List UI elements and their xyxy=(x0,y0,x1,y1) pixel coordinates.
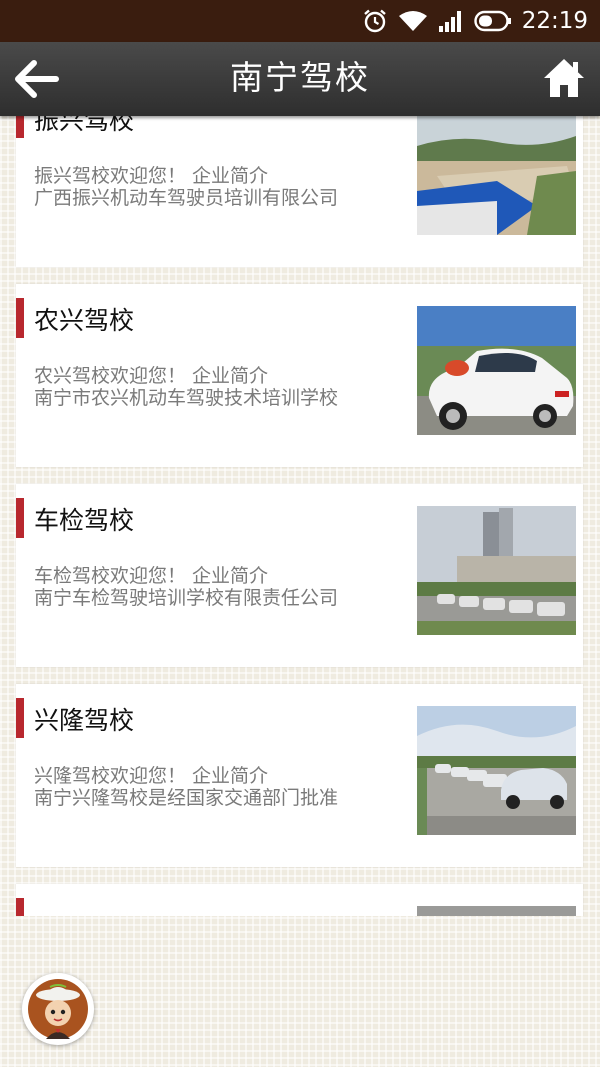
school-card[interactable]: 农兴驾校 农兴驾校欢迎您！ 企业简介 南宁市农兴机动车驾驶技术培训学校 xyxy=(16,284,583,467)
card-thumbnail xyxy=(417,506,576,635)
card-thumbnail xyxy=(417,906,576,916)
card-desc-line: 南宁兴隆驾校是经国家交通部门批准 xyxy=(34,787,339,809)
card-thumbnail xyxy=(417,706,576,835)
assistant-button[interactable] xyxy=(22,973,94,1045)
card-description: 车检驾校欢迎您！ 企业简介 南宁车检驾驶培训学校有限责任公司 xyxy=(34,565,384,631)
card-description: 农兴驾校欢迎您！ 企业简介 南宁市农兴机动车驾驶技术培训学校 xyxy=(34,365,384,431)
school-list: 振兴驾校 振兴驾校欢迎您！ 企业简介 广西振兴机动车驾驶员培训有限公司 农兴驾校… xyxy=(0,116,600,916)
card-accent-bar xyxy=(16,898,24,916)
school-card[interactable] xyxy=(16,884,583,916)
card-accent-bar xyxy=(16,698,24,738)
status-bar: 22:19 xyxy=(0,0,600,42)
training-car-photo xyxy=(417,306,576,435)
school-card[interactable]: 车检驾校 车检驾校欢迎您！ 企业简介 南宁车检驾驶培训学校有限责任公司 xyxy=(16,484,583,667)
card-title: 农兴驾校 xyxy=(34,306,135,335)
status-time: 22:19 xyxy=(521,8,588,34)
card-accent-bar xyxy=(16,498,24,538)
card-description: 振兴驾校欢迎您！ 企业简介 广西振兴机动车驾驶员培训有限公司 xyxy=(34,165,384,231)
car-lot-photo xyxy=(417,506,576,635)
car-fleet-photo xyxy=(417,706,576,835)
wifi-icon xyxy=(398,11,427,31)
status-icons: 22:19 xyxy=(362,0,588,42)
card-desc-line: 车检驾校欢迎您！ 企业简介 xyxy=(34,565,269,587)
school-card[interactable]: 兴隆驾校 兴隆驾校欢迎您！ 企业简介 南宁兴隆驾校是经国家交通部门批准 xyxy=(16,684,583,867)
signal-icon xyxy=(438,11,461,32)
driving-field-photo xyxy=(417,116,576,235)
card-title: 兴隆驾校 xyxy=(34,706,135,735)
app-bar: 南宁驾校 xyxy=(0,42,600,116)
assistant-avatar-icon xyxy=(28,979,88,1039)
battery-icon xyxy=(474,10,511,32)
home-button[interactable] xyxy=(542,56,586,100)
card-thumbnail xyxy=(417,306,576,435)
card-desc-line: 南宁车检驾驶培训学校有限责任公司 xyxy=(34,587,339,609)
card-accent-bar xyxy=(16,116,24,138)
card-thumbnail xyxy=(417,116,576,235)
page-title: 南宁驾校 xyxy=(230,58,370,97)
card-desc-line: 兴隆驾校欢迎您！ 企业简介 xyxy=(34,765,269,787)
card-desc-line: 农兴驾校欢迎您！ 企业简介 xyxy=(34,365,269,387)
card-accent-bar xyxy=(16,298,24,338)
card-title: 振兴驾校 xyxy=(34,116,135,135)
card-title: 车检驾校 xyxy=(34,506,135,535)
card-desc-line: 广西振兴机动车驾驶员培训有限公司 xyxy=(34,187,339,209)
home-icon xyxy=(544,59,584,97)
school-card[interactable]: 振兴驾校 振兴驾校欢迎您！ 企业简介 广西振兴机动车驾驶员培训有限公司 xyxy=(16,116,583,267)
card-desc-line: 南宁市农兴机动车驾驶技术培训学校 xyxy=(34,387,339,409)
card-description: 兴隆驾校欢迎您！ 企业简介 南宁兴隆驾校是经国家交通部门批准 xyxy=(34,765,384,831)
card-desc-line: 振兴驾校欢迎您！ 企业简介 xyxy=(34,165,269,187)
school-photo xyxy=(417,906,576,916)
alarm-icon xyxy=(363,9,386,33)
